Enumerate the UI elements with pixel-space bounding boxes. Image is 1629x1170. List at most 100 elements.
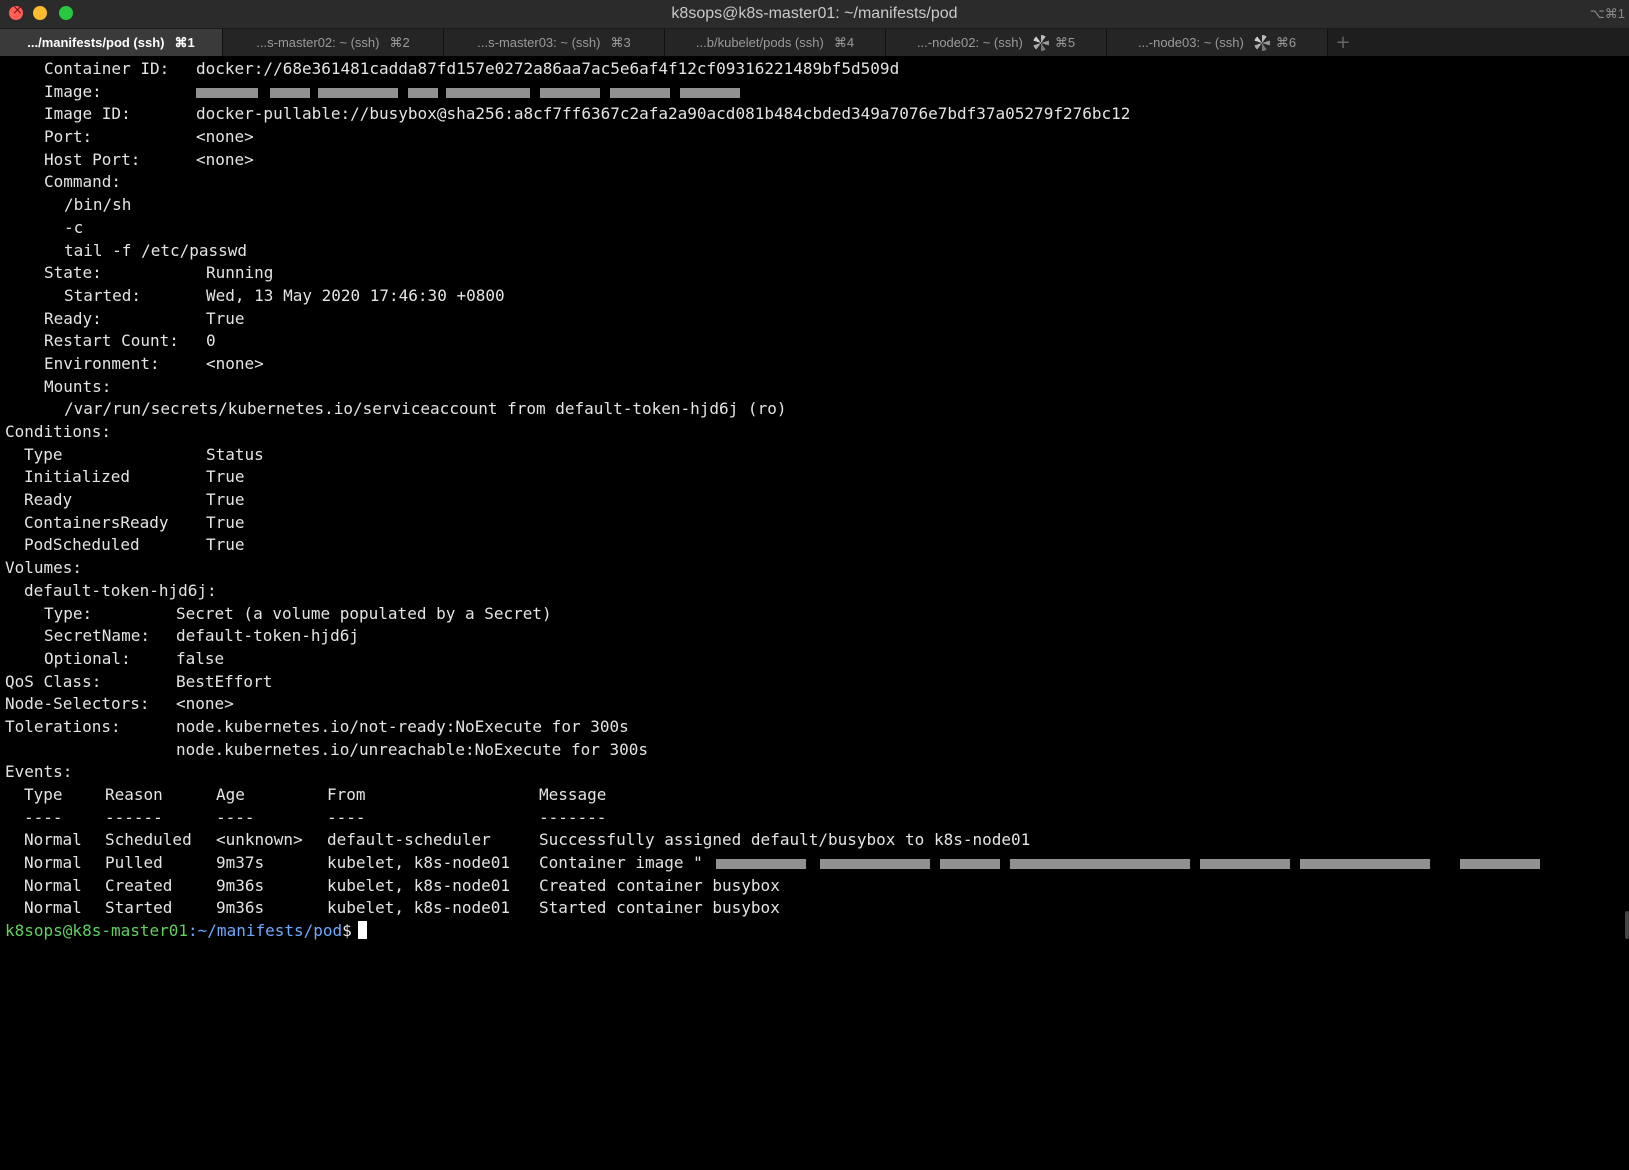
column-header: Message bbox=[539, 785, 607, 804]
new-tab-button[interactable]: + bbox=[1328, 29, 1358, 56]
line-command: Command: bbox=[0, 171, 1629, 194]
redacted-block bbox=[680, 87, 740, 98]
redacted-block bbox=[716, 859, 806, 870]
column-header: Status bbox=[206, 444, 264, 464]
line-state: State: Running bbox=[0, 262, 1629, 285]
tab-kubelet-pods[interactable]: ...b/kubelet/pods (ssh) ⌘4 bbox=[665, 29, 886, 56]
line-conditions-header: Type Status bbox=[0, 444, 1629, 467]
line-image-id: Image ID: docker-pullable://busybox@sha2… bbox=[0, 103, 1629, 126]
value: <none> bbox=[196, 127, 254, 147]
redacted-block bbox=[196, 87, 258, 98]
header-underline: ------ bbox=[105, 807, 163, 827]
event-type: Normal bbox=[24, 898, 82, 918]
value: Secret (a volume populated by a Secret) bbox=[176, 603, 552, 623]
scrollbar-thumb[interactable] bbox=[1625, 911, 1629, 939]
label: Host Port: bbox=[44, 149, 141, 169]
label: Command: bbox=[44, 172, 122, 192]
header-underline: ---- bbox=[327, 807, 366, 827]
event-row: Normal Pulled 9m37s kubelet, k8s-node01 … bbox=[0, 852, 1629, 875]
value: -c bbox=[64, 217, 84, 237]
tab-shortcut: ⌘6 bbox=[1275, 34, 1297, 50]
event-age: 9m36s bbox=[216, 875, 265, 895]
event-reason: Started bbox=[105, 898, 173, 918]
tab-label: ...s-master03: ~ (ssh) bbox=[477, 35, 601, 50]
condition-row: ContainersReady True bbox=[0, 512, 1629, 535]
image-id: docker-pullable://busybox@sha256:a8cf7ff… bbox=[196, 104, 1131, 124]
text-cursor bbox=[357, 921, 367, 940]
line-host-port: Host Port: <none> bbox=[0, 149, 1629, 172]
value: node.kubernetes.io/not-ready:NoExecute f… bbox=[176, 716, 629, 736]
event-from: kubelet, k8s-node01 bbox=[327, 875, 511, 895]
line-volumes-heading: Volumes: bbox=[0, 557, 1629, 580]
header-underline: ------- bbox=[539, 807, 607, 827]
value: True bbox=[206, 308, 245, 328]
label: Environment: bbox=[44, 353, 160, 373]
event-from: default-scheduler bbox=[327, 830, 491, 850]
label: State: bbox=[44, 263, 102, 283]
tab-master03[interactable]: ...s-master03: ~ (ssh) ⌘3 bbox=[444, 29, 665, 56]
condition-type: PodScheduled bbox=[24, 535, 140, 555]
container-id: docker://68e361481cadda87fd157e0272a86aa… bbox=[196, 59, 900, 78]
value: Wed, 13 May 2020 17:46:30 +0800 bbox=[206, 285, 505, 305]
line-container-id: Container ID: docker://68e361481cadda87f… bbox=[0, 58, 1629, 81]
prompt-user-host: k8sops@k8s-master01 bbox=[5, 921, 189, 941]
label: Type: bbox=[44, 603, 93, 623]
line-command-arg: -c bbox=[0, 217, 1629, 240]
activity-spinner-icon bbox=[1032, 34, 1049, 51]
line-ready: Ready: True bbox=[0, 308, 1629, 331]
title-bar[interactable]: k8sops@k8s-master01: ~/manifests/pod ⌥⌘1 bbox=[0, 0, 1629, 29]
tab-label: ...b/kubelet/pods (ssh) bbox=[695, 35, 824, 50]
window-title: k8sops@k8s-master01: ~/manifests/pod bbox=[671, 5, 958, 22]
line-command-arg: tail -f /etc/passwd bbox=[0, 240, 1629, 263]
tab-node02[interactable]: ...-node02: ~ (ssh) ⌘5 bbox=[886, 29, 1107, 56]
prompt-path: :~/manifests/pod bbox=[188, 921, 343, 941]
redacted-block bbox=[270, 87, 310, 98]
tab-label: .../manifests/pod (ssh) bbox=[27, 35, 165, 50]
label: QoS Class: bbox=[5, 671, 102, 691]
label: Container ID: bbox=[44, 59, 170, 78]
section-heading: Volumes: bbox=[5, 558, 83, 578]
line-events-heading: Events: bbox=[0, 761, 1629, 784]
label: Optional: bbox=[44, 648, 131, 668]
redacted-block bbox=[610, 87, 670, 98]
event-reason: Pulled bbox=[105, 853, 163, 873]
redacted-block bbox=[940, 859, 1000, 870]
value: /bin/sh bbox=[64, 195, 132, 215]
condition-type: ContainersReady bbox=[24, 512, 169, 532]
tab-manifests-pod[interactable]: .../manifests/pod (ssh) ⌘1 bbox=[0, 29, 223, 56]
line-qos: QoS Class: BestEffort bbox=[0, 671, 1629, 694]
label: Image ID: bbox=[44, 104, 131, 124]
terminal-window: k8sops@k8s-master01: ~/manifests/pod ⌥⌘1… bbox=[0, 0, 1629, 947]
terminal-output[interactable]: Container ID: docker://68e361481cadda87f… bbox=[0, 58, 1629, 947]
value: 0 bbox=[206, 331, 216, 351]
condition-status: True bbox=[206, 490, 245, 510]
condition-row: Initialized True bbox=[0, 466, 1629, 489]
line-port: Port: <none> bbox=[0, 126, 1629, 149]
tab-shortcut: ⌘3 bbox=[610, 34, 631, 50]
label: Image: bbox=[44, 81, 102, 101]
value: default-token-hjd6j bbox=[176, 626, 360, 646]
event-age: 9m37s bbox=[216, 853, 265, 873]
value: <none> bbox=[176, 694, 234, 714]
tab-node03[interactable]: ...-node03: ~ (ssh) ⌘6 bbox=[1107, 29, 1328, 56]
value: tail -f /etc/passwd bbox=[64, 240, 248, 260]
event-reason: Created bbox=[105, 875, 173, 895]
volume-name: default-token-hjd6j: bbox=[24, 580, 217, 600]
tab-shortcut: ⌘4 bbox=[833, 34, 855, 50]
line-restart-count: Restart Count: 0 bbox=[0, 330, 1629, 353]
column-header: Reason bbox=[105, 785, 163, 804]
window-shortcut: ⌥⌘1 bbox=[1589, 6, 1625, 21]
event-row: Normal Created 9m36s kubelet, k8s-node01… bbox=[0, 875, 1629, 898]
label: SecretName: bbox=[44, 626, 150, 646]
redacted-block bbox=[820, 859, 930, 870]
redacted-block bbox=[1010, 859, 1190, 870]
label: Ready: bbox=[44, 308, 102, 328]
shell-prompt-line[interactable]: k8sops@k8s-master01:~/manifests/pod$ bbox=[0, 920, 1629, 943]
line-command-arg: /bin/sh bbox=[0, 194, 1629, 217]
event-message: Successfully assigned default/busybox to… bbox=[539, 830, 1031, 850]
line-mount-path: /var/run/secrets/kubernetes.io/serviceac… bbox=[0, 398, 1629, 421]
redacted-block bbox=[408, 87, 438, 98]
tab-master02[interactable]: ...s-master02: ~ (ssh) ⌘2 bbox=[223, 29, 444, 56]
label: Port: bbox=[44, 127, 93, 147]
tab-shortcut: ⌘1 bbox=[174, 34, 195, 50]
